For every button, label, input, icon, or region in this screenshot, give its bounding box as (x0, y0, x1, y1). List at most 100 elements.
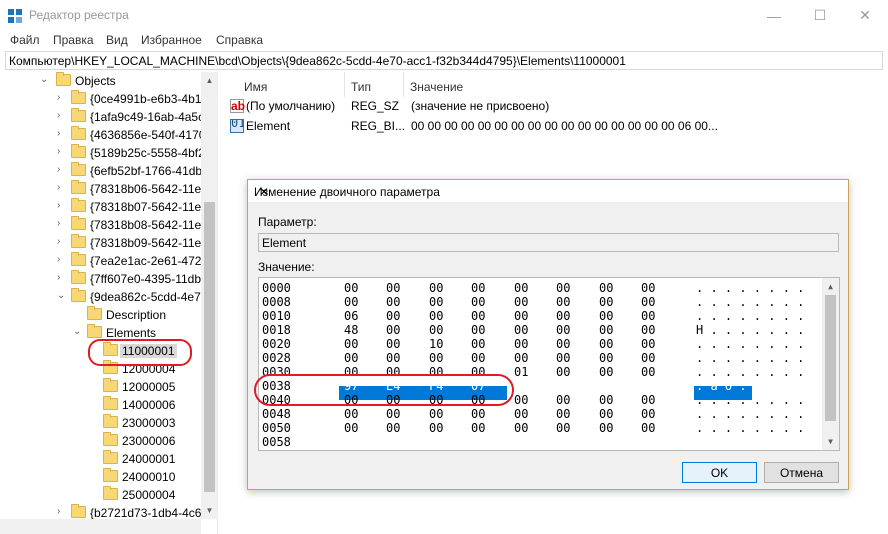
hex-byte[interactable]: 00 (386, 309, 400, 323)
cancel-button[interactable]: Отмена (764, 462, 839, 483)
column-divider[interactable] (403, 72, 404, 97)
hex-ascii[interactable]: . . . . . . . . (696, 337, 804, 351)
hex-byte[interactable]: 00 (599, 421, 613, 435)
column-value[interactable]: Значение (410, 80, 463, 94)
scroll-up-icon[interactable]: ▲ (822, 278, 839, 295)
scrollbar-thumb[interactable] (204, 202, 215, 492)
menu-favorites[interactable]: Избранное (141, 33, 202, 47)
hex-byte[interactable]: 00 (386, 323, 400, 337)
hex-byte[interactable]: 00 (471, 351, 485, 365)
hex-byte[interactable]: 00 (514, 281, 528, 295)
hex-ascii[interactable]: . . . . . . . . (696, 393, 804, 407)
chevron-right-icon[interactable]: › (57, 92, 67, 103)
hex-byte[interactable]: 00 (641, 295, 655, 309)
hex-byte[interactable]: 00 (556, 295, 570, 309)
hex-byte[interactable]: 00 (641, 323, 655, 337)
hex-ascii[interactable]: . ä ô . (696, 379, 747, 393)
tree-vertical-scrollbar[interactable]: ▲ ▼ (201, 72, 218, 519)
hex-byte[interactable]: 00 (471, 323, 485, 337)
hex-byte[interactable]: 00 (599, 365, 613, 379)
hex-byte[interactable]: 00 (556, 281, 570, 295)
hex-byte[interactable]: 00 (641, 337, 655, 351)
hex-byte[interactable]: 00 (556, 337, 570, 351)
hex-byte[interactable]: 00 (641, 421, 655, 435)
hex-byte[interactable]: 00 (429, 295, 443, 309)
hex-ascii[interactable]: . . . . . . . . (696, 365, 804, 379)
hex-byte[interactable]: 00 (556, 407, 570, 421)
chevron-right-icon[interactable]: › (57, 128, 67, 139)
hex-row[interactable]: 0050 00 00 00 00 00 00 00 00 . . . . . . . . (259, 421, 819, 435)
chevron-right-icon[interactable]: › (57, 146, 67, 157)
hex-byte[interactable]: 00 (599, 351, 613, 365)
hex-ascii[interactable]: . . . . . . . . (696, 281, 804, 295)
hex-byte[interactable]: 00 (471, 407, 485, 421)
chevron-down-icon[interactable]: ⌄ (40, 74, 50, 85)
hex-byte[interactable]: 00 (641, 281, 655, 295)
hex-byte[interactable]: 00 (386, 281, 400, 295)
hex-byte[interactable]: 00 (556, 351, 570, 365)
chevron-down-icon[interactable]: ⌄ (73, 326, 83, 337)
chevron-right-icon[interactable]: › (57, 182, 67, 193)
hex-byte[interactable]: 00 (556, 421, 570, 435)
hex-byte[interactable]: 00 (344, 295, 358, 309)
hex-byte[interactable]: 01 (514, 365, 528, 379)
hex-byte[interactable]: 00 (641, 365, 655, 379)
hex-byte[interactable]: 00 (599, 337, 613, 351)
hex-byte[interactable]: 00 (386, 337, 400, 351)
hex-byte[interactable]: 00 (429, 407, 443, 421)
hex-byte[interactable]: 00 (514, 337, 528, 351)
hex-byte[interactable]: 00 (514, 309, 528, 323)
hex-ascii[interactable]: H . . . . . . . (696, 323, 804, 337)
hex-byte[interactable]: 00 (386, 351, 400, 365)
hex-row[interactable]: 0058 (259, 435, 819, 449)
menu-help[interactable]: Справка (216, 33, 263, 47)
hex-byte[interactable]: 00 (514, 295, 528, 309)
hex-editor[interactable]: ▲ ▼ 0000 00 00 00 00 00 00 00 00. . . . . . . .0… (258, 277, 840, 451)
hex-byte[interactable]: 00 (556, 365, 570, 379)
chevron-right-icon[interactable]: › (57, 110, 67, 121)
maximize-button[interactable]: ☐ (797, 0, 843, 31)
hex-byte[interactable]: 00 (429, 421, 443, 435)
hex-byte[interactable]: 00 (386, 295, 400, 309)
address-bar[interactable]: Компьютер\HKEY_LOCAL_MACHINE\bcd\Objects… (5, 51, 883, 70)
hex-ascii[interactable]: . . . . . . . . (696, 295, 804, 309)
list-item-default[interactable]: ab (По умолчанию) REG_SZ (значение не пр… (222, 96, 888, 116)
ok-button[interactable]: OK (682, 462, 757, 483)
hex-ascii[interactable]: . . . . . . . . (696, 407, 804, 421)
hex-byte[interactable]: 00 (429, 281, 443, 295)
hex-byte[interactable]: 00 (641, 407, 655, 421)
dialog-close-icon[interactable]: ✕ (254, 185, 274, 199)
chevron-right-icon[interactable]: › (57, 236, 67, 247)
menu-edit[interactable]: Правка (53, 33, 94, 47)
hex-byte[interactable]: 00 (429, 351, 443, 365)
hex-row[interactable]: 0020 00 00 10 00 00 00 00 00 . . . . . . . . (259, 337, 819, 351)
hex-byte[interactable]: 00 (641, 393, 655, 407)
hex-byte[interactable]: 00 (556, 323, 570, 337)
hex-byte[interactable]: 00 (471, 309, 485, 323)
menu-file[interactable]: Файл (10, 33, 40, 47)
hex-byte[interactable]: 00 (471, 295, 485, 309)
hex-byte[interactable]: 00 (344, 351, 358, 365)
column-divider[interactable] (344, 72, 345, 97)
scrollbar-thumb[interactable] (825, 295, 836, 421)
hex-row[interactable]: 0048 00 00 00 00 00 00 00 00 . . . . . . . . (259, 407, 819, 421)
hex-byte[interactable]: 10 (429, 337, 443, 351)
chevron-right-icon[interactable]: › (57, 272, 67, 283)
chevron-right-icon[interactable]: › (57, 254, 67, 265)
hex-ascii[interactable]: . . . . . . . . (696, 421, 804, 435)
hex-byte[interactable]: 00 (514, 393, 528, 407)
hex-byte[interactable]: 00 (514, 351, 528, 365)
hex-byte[interactable]: 00 (599, 309, 613, 323)
minimize-button[interactable]: — (751, 0, 797, 31)
chevron-down-icon[interactable]: ⌄ (57, 290, 67, 301)
scroll-down-icon[interactable]: ▼ (822, 433, 839, 450)
hex-byte[interactable]: 00 (471, 421, 485, 435)
hex-byte[interactable]: 00 (514, 421, 528, 435)
hex-byte[interactable]: 00 (344, 421, 358, 435)
hex-row[interactable]: 0000 00 00 00 00 00 00 00 00. . . . . . . . (259, 281, 819, 295)
chevron-right-icon[interactable]: › (57, 164, 67, 175)
hex-byte[interactable]: 00 (344, 337, 358, 351)
hex-byte[interactable]: 00 (386, 421, 400, 435)
hex-row[interactable]: 0010 06 00 00 00 00 00 00 00 . . . . . . . . (259, 309, 819, 323)
chevron-right-icon[interactable]: › (57, 506, 67, 517)
